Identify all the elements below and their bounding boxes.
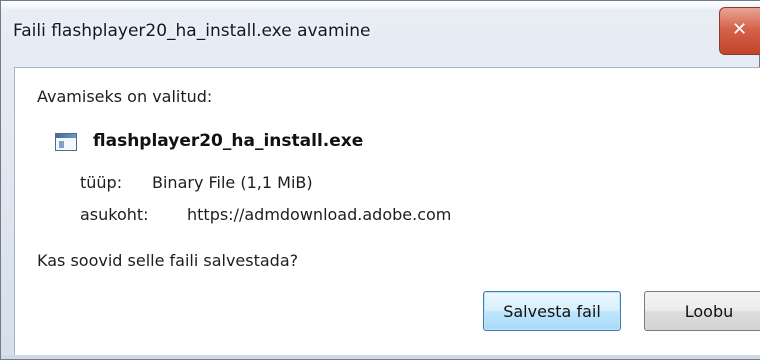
close-button[interactable]: ✕ — [719, 7, 760, 55]
cancel-button[interactable]: Loobu — [644, 291, 760, 331]
intro-text: Avamiseks on valitud: — [37, 87, 213, 106]
window-bottom-edge — [1, 355, 760, 359]
location-label: asukoht: — [80, 205, 149, 224]
close-icon: ✕ — [732, 19, 748, 40]
dialog-content: Avamiseks on valitud: flashplayer20_ha_i… — [14, 67, 760, 358]
window-title: Faili flashplayer20_ha_install.exe avami… — [13, 21, 371, 41]
type-label: tüüp: — [80, 173, 123, 192]
cancel-button-label: Loobu — [684, 301, 734, 321]
window-top-edge — [1, 1, 760, 9]
save-file-button[interactable]: Salvesta fail — [483, 291, 621, 331]
location-value: https://admdownload.adobe.com — [187, 205, 452, 224]
file-icon — [55, 133, 77, 151]
file-name: flashplayer20_ha_install.exe — [93, 131, 364, 151]
dialog-window: Faili flashplayer20_ha_install.exe avami… — [0, 0, 760, 360]
save-file-button-label: Salvesta fail — [503, 301, 601, 321]
save-question: Kas soovid selle faili salvestada? — [37, 251, 299, 270]
type-value: Binary File (1,1 MiB) — [152, 173, 313, 192]
